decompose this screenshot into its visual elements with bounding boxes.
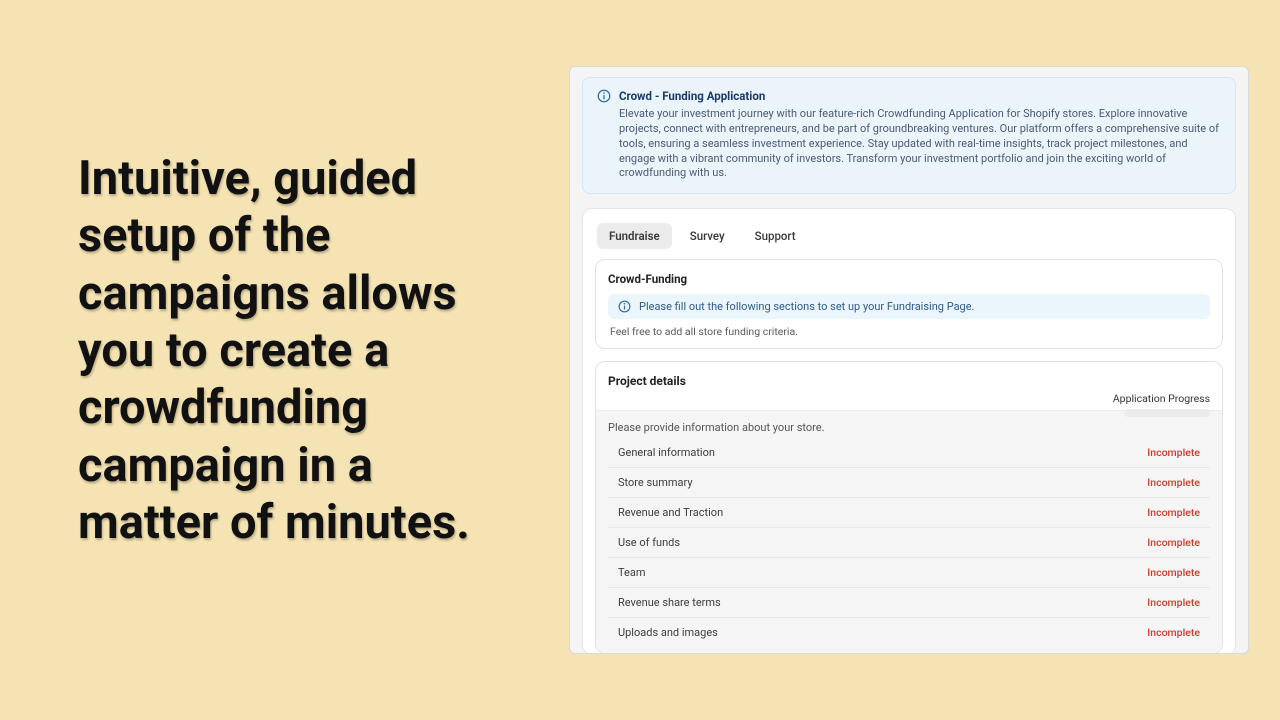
row-general-information[interactable]: General information Incomplete	[608, 438, 1210, 468]
hero-headline: Intuitive, guided setup of the campaigns…	[78, 150, 478, 551]
row-revenue-share-terms[interactable]: Revenue share terms Incomplete	[608, 588, 1210, 618]
status-badge: Incomplete	[1147, 566, 1200, 579]
banner-title: Crowd - Funding Application	[619, 89, 1221, 103]
row-label: Revenue share terms	[618, 596, 721, 609]
row-uploads-images[interactable]: Uploads and images Incomplete	[608, 618, 1210, 647]
status-badge: Incomplete	[1147, 476, 1200, 489]
tab-fundraise[interactable]: Fundraise	[597, 223, 672, 249]
status-badge: Incomplete	[1147, 536, 1200, 549]
progress-bar	[1124, 409, 1210, 417]
application-progress: Application Progress	[1113, 392, 1210, 417]
tab-survey[interactable]: Survey	[678, 223, 737, 249]
row-store-summary[interactable]: Store summary Incomplete	[608, 468, 1210, 498]
status-badge: Incomplete	[1147, 506, 1200, 519]
project-details-title: Project details	[608, 374, 1210, 388]
row-label: Team	[618, 566, 646, 579]
crowd-funding-tip-text: Please fill out the following sections t…	[639, 300, 974, 313]
crowd-funding-subtext: Feel free to add all store funding crite…	[608, 325, 1210, 338]
status-badge: Incomplete	[1147, 626, 1200, 639]
crowd-funding-tip: Please fill out the following sections t…	[608, 294, 1210, 319]
intro-banner: Crowd - Funding Application Elevate your…	[582, 77, 1236, 194]
tab-bar: Fundraise Survey Support	[595, 221, 1223, 259]
info-icon	[597, 89, 611, 103]
crowd-funding-card: Crowd-Funding Please fill out the follow…	[595, 259, 1223, 349]
row-label: Use of funds	[618, 536, 680, 549]
info-icon	[618, 300, 631, 313]
banner-body: Elevate your investment journey with our…	[619, 107, 1221, 181]
progress-label: Application Progress	[1113, 392, 1210, 405]
row-label: Store summary	[618, 476, 693, 489]
row-label: Uploads and images	[618, 626, 718, 639]
main-card: Fundraise Survey Support Crowd-Funding P…	[582, 208, 1236, 654]
row-revenue-traction[interactable]: Revenue and Traction Incomplete	[608, 498, 1210, 528]
status-badge: Incomplete	[1147, 446, 1200, 459]
status-badge: Incomplete	[1147, 596, 1200, 609]
row-team[interactable]: Team Incomplete	[608, 558, 1210, 588]
row-label: Revenue and Traction	[618, 506, 723, 519]
row-use-of-funds[interactable]: Use of funds Incomplete	[608, 528, 1210, 558]
project-details-card: Project details Application Progress Ple…	[595, 361, 1223, 654]
row-label: General information	[618, 446, 715, 459]
project-details-instruction: Please provide information about your st…	[608, 421, 1210, 434]
app-window: Crowd - Funding Application Elevate your…	[569, 66, 1249, 654]
tab-support[interactable]: Support	[743, 223, 808, 249]
crowd-funding-title: Crowd-Funding	[608, 272, 1210, 286]
